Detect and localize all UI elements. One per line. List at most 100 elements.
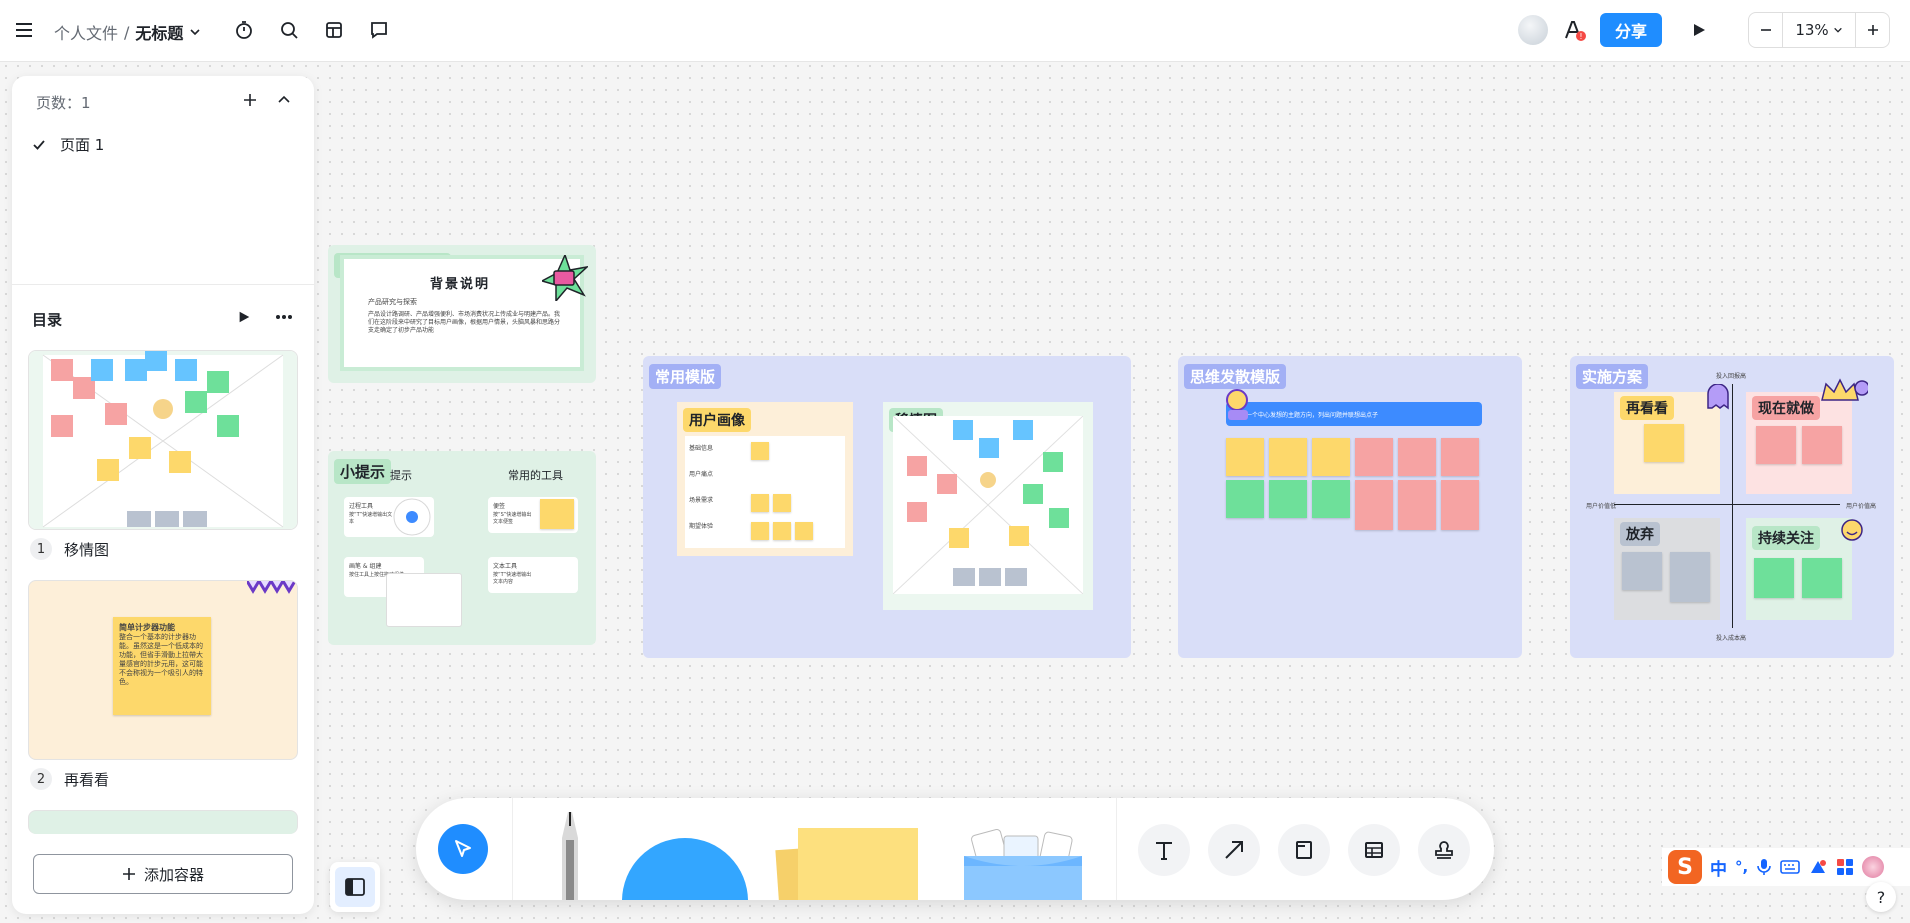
persona-row: 基础信息 (689, 445, 714, 452)
share-button[interactable]: 分享 (1600, 13, 1662, 47)
sticky-note[interactable] (1312, 438, 1350, 476)
add-page-button[interactable] (234, 84, 266, 116)
frame-product-research[interactable]: 产品调研与探索 背景说明 产品研究与探索 产品设计路调研、产品增强便利、市场消费… (328, 245, 596, 383)
ime-avatar[interactable] (1862, 856, 1885, 878)
toc-item[interactable]: 1 移情图 (30, 538, 109, 560)
connector-tool[interactable] (1208, 824, 1260, 876)
ime-logo-icon[interactable]: S (1668, 850, 1702, 884)
sticky-note[interactable] (1355, 438, 1393, 476)
tip-desc: 按“T”快速增输出文本 (349, 512, 393, 525)
sticky-note[interactable] (1226, 438, 1264, 476)
bottom-toolbar (416, 798, 1494, 900)
toc-item-label: 再看看 (64, 770, 110, 789)
microphone-icon[interactable] (1756, 858, 1772, 876)
toc-item-number: 1 (30, 538, 52, 560)
sticky-note[interactable] (1312, 480, 1350, 518)
collapse-pages-button[interactable] (268, 84, 300, 116)
ime-language[interactable]: 中 (1710, 855, 1727, 880)
timer-button[interactable] (228, 14, 260, 46)
add-container-button[interactable]: 添加容器 (33, 854, 293, 894)
shape-tool[interactable] (622, 838, 748, 900)
tool-card: 便签 按“S”快速增输出文本便签 (488, 497, 578, 533)
chevron-down-icon[interactable] (189, 26, 201, 38)
help-icon: ? (1876, 887, 1886, 907)
skin-icon[interactable] (1808, 858, 1828, 876)
toc-thumbnail-empathy[interactable] (28, 350, 298, 530)
frame-templates[interactable]: 常用模版 用户画像 基础信息 用户痛点 场景需求 期望体验 移情图 (643, 356, 1131, 658)
keyboard-icon[interactable] (1780, 859, 1801, 875)
frame-tool[interactable] (1278, 824, 1330, 876)
sticky-note[interactable] (1441, 480, 1479, 530)
present-button[interactable] (1683, 14, 1715, 46)
apps-icon[interactable] (1836, 858, 1854, 876)
toc-item[interactable]: 2 再看看 (30, 768, 109, 790)
quadrant[interactable]: 放弃 (1614, 518, 1720, 620)
help-button[interactable]: ? (1866, 882, 1896, 912)
sticky-note (1756, 426, 1796, 464)
timer-icon (236, 21, 252, 39)
comment-button[interactable] (363, 14, 395, 46)
toc-title: 目录 (32, 311, 63, 329)
intro-sub: 产品研究与探索 (368, 298, 417, 306)
sticky-note[interactable] (1226, 480, 1264, 518)
banner-text: 一个中心发想的主题方向，列出问题并联想出点子 (1246, 411, 1379, 419)
sticky-note[interactable] (1269, 438, 1307, 476)
avatar[interactable] (1518, 15, 1548, 45)
toc-thumbnail-recheck[interactable]: 简单计步器功能 整合一个基本的计步器功能。虽然这是一个低成本的功能，但省手滑動上… (28, 580, 298, 760)
minus-icon (1760, 29, 1771, 31)
text-tool[interactable] (1138, 824, 1190, 876)
sticky-note[interactable] (1441, 438, 1479, 476)
font-button[interactable]: ! (1558, 14, 1590, 46)
zoom-in-button[interactable] (1855, 13, 1889, 47)
ime-punctuation[interactable]: °, (1735, 858, 1748, 876)
stamp-icon (1435, 841, 1453, 859)
zoom-level-dropdown[interactable]: 13% (1783, 13, 1855, 47)
intro-heading: 背景说明 (430, 277, 491, 292)
zoom-level: 13% (1795, 21, 1829, 39)
quadrant[interactable]: 持续关注 (1746, 518, 1852, 620)
sticky-note[interactable] (1355, 480, 1393, 530)
crown-sticker-icon (1821, 378, 1868, 401)
zoom-out-button[interactable] (1749, 13, 1783, 47)
sticky-note[interactable]: 简单计步器功能 整合一个基本的计步器功能。虽然这是一个低成本的功能，但省手滑動上… (113, 617, 211, 715)
plus-icon (122, 868, 135, 880)
breadcrumb-parent[interactable]: 个人文件 (54, 20, 118, 44)
quadrant[interactable]: 再看看 (1614, 392, 1720, 494)
frame-implementation[interactable]: 实施方案 投入回报高 投入成本高 用户价值低 用户价值高 再看看 现在就做 放弃… (1570, 356, 1894, 658)
page-item[interactable]: 页面 1 (32, 134, 104, 155)
search-icon (281, 22, 298, 39)
pen-icon[interactable] (550, 812, 590, 900)
sticky-note[interactable] (1398, 438, 1436, 476)
top-bar: 个人文件 / 无标题 ! 分享 13% (0, 0, 1910, 62)
persona-card[interactable]: 用户画像 基础信息 用户痛点 场景需求 期望体验 (677, 402, 853, 556)
persona-row: 用户痛点 (689, 471, 714, 478)
search-button[interactable] (273, 14, 305, 46)
stamp-tool[interactable] (1418, 824, 1470, 876)
toc-thumbnail-partial[interactable] (28, 810, 298, 834)
menu-button[interactable] (8, 14, 40, 46)
sticky-note (1644, 424, 1684, 462)
select-tool[interactable] (438, 824, 488, 874)
toc-more-button[interactable] (268, 301, 300, 333)
doc-title[interactable]: 无标题 (135, 20, 183, 44)
materials-tool[interactable] (964, 828, 1082, 900)
sticky-note-icon (798, 828, 918, 900)
toc-play-button[interactable] (228, 301, 260, 333)
sticky-note[interactable] (1398, 480, 1436, 530)
sticky-note-tool[interactable] (775, 820, 918, 900)
panel-toggle-button[interactable] (330, 862, 380, 912)
sticky-note[interactable] (1269, 480, 1307, 518)
sticky-note (1622, 552, 1662, 590)
add-container-label: 添加容器 (143, 865, 204, 884)
quadrant-title: 放弃 (1620, 522, 1660, 546)
empathy-card[interactable]: 移情图 (883, 402, 1093, 610)
frame-tips[interactable]: 小提示 提示 常用的工具 过程工具 按“T”快速增输出文本 画笔 & 组建 按住… (328, 451, 596, 645)
sticky-note (540, 499, 574, 529)
template-button[interactable] (318, 14, 350, 46)
frame-icon (1296, 841, 1312, 859)
frame-brainstorm[interactable]: 思维发散模版 一个中心发想的主题方向，列出问题并联想出点子 (1178, 356, 1522, 658)
arrow-icon (1225, 841, 1243, 859)
table-tool[interactable] (1348, 824, 1400, 876)
plus-icon (1867, 25, 1878, 35)
page-count: 页数：1 (36, 94, 91, 112)
